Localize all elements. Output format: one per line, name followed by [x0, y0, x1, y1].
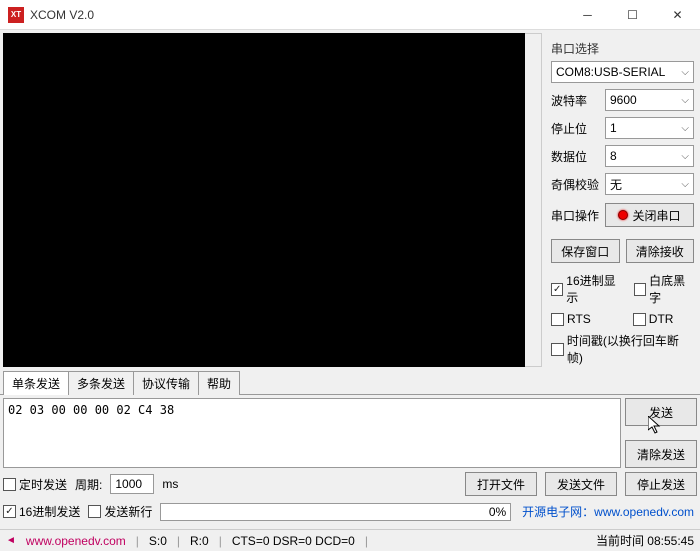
port-value: COM8:USB-SERIAL [556, 65, 665, 79]
port-select[interactable]: COM8:USB-SERIAL ⌵ [551, 61, 694, 83]
chevron-down-icon: ⌵ [681, 95, 689, 106]
openedv-link[interactable]: www.openedv.com [594, 505, 694, 519]
send-file-button[interactable]: 发送文件 [545, 472, 617, 496]
app-logo: XT [8, 7, 24, 23]
timed-send-checkbox[interactable]: 定时发送 [3, 476, 67, 493]
status-bar: ◄ www.openedv.com | S:0 | R:0 | CTS=0 DS… [0, 529, 700, 551]
tab-protocol[interactable]: 协议传输 [133, 371, 199, 395]
minimize-button[interactable]: ─ [565, 0, 610, 30]
period-input[interactable]: 1000 [110, 474, 154, 494]
port-toggle-button[interactable]: 关闭串口 [605, 203, 694, 227]
period-unit: ms [162, 477, 178, 491]
stopbits-select[interactable]: 1 ⌵ [605, 117, 694, 139]
status-time: 当前时间 08:55:45 [596, 532, 694, 549]
timestamp-checkbox[interactable]: 时间戳(以换行回车断帧) [551, 332, 694, 366]
hex-send-checkbox[interactable]: ✓16进制发送 [3, 503, 80, 520]
status-r: R:0 [190, 534, 209, 548]
rts-checkbox[interactable]: RTS [551, 312, 591, 326]
clear-send-button[interactable]: 清除发送 [625, 440, 697, 468]
clear-receive-button[interactable]: 清除接收 [626, 239, 695, 263]
open-file-button[interactable]: 打开文件 [465, 472, 537, 496]
baud-label: 波特率 [551, 92, 605, 109]
send-textarea[interactable] [3, 398, 621, 468]
record-icon [618, 210, 628, 220]
parity-label: 奇偶校验 [551, 176, 605, 193]
port-section-label: 串口选择 [551, 40, 694, 57]
parity-select[interactable]: 无 ⌵ [605, 173, 694, 195]
chevron-down-icon: ⌵ [681, 179, 689, 190]
dtr-checkbox[interactable]: DTR [633, 312, 674, 326]
progress-bar: 0% [160, 503, 511, 521]
maximize-button[interactable]: ☐ [610, 0, 655, 30]
send-button[interactable]: 发送 [625, 398, 697, 426]
stop-label: 停止位 [551, 120, 605, 137]
white-bg-checkbox[interactable]: 白底黑字 [634, 272, 694, 306]
link-label: 开源电子网：www.openedv.com [522, 503, 694, 520]
status-signals: CTS=0 DSR=0 DCD=0 [232, 534, 355, 548]
databits-select[interactable]: 8 ⌵ [605, 145, 694, 167]
terminal-scrollbar[interactable] [525, 33, 542, 367]
chevron-down-icon: ⌵ [681, 123, 689, 134]
tab-help[interactable]: 帮助 [198, 371, 240, 395]
status-url[interactable]: www.openedv.com [26, 534, 126, 548]
close-button[interactable]: ✕ [655, 0, 700, 30]
status-bullet-icon: ◄ [6, 535, 16, 546]
status-s: S:0 [149, 534, 167, 548]
tab-multi-send[interactable]: 多条发送 [68, 371, 134, 395]
data-label: 数据位 [551, 148, 605, 165]
operation-label: 串口操作 [551, 207, 605, 224]
period-label: 周期: [75, 476, 102, 493]
hex-display-checkbox[interactable]: ✓16进制显示 [551, 272, 624, 306]
save-window-button[interactable]: 保存窗口 [551, 239, 620, 263]
window-title: XCOM V2.0 [30, 8, 565, 22]
chevron-down-icon: ⌵ [681, 67, 689, 78]
chevron-down-icon: ⌵ [681, 151, 689, 162]
receive-terminal[interactable] [3, 33, 525, 367]
send-newline-checkbox[interactable]: 发送新行 [88, 503, 152, 520]
baud-select[interactable]: 9600 ⌵ [605, 89, 694, 111]
stop-send-button[interactable]: 停止发送 [625, 472, 697, 496]
tab-single-send[interactable]: 单条发送 [3, 371, 69, 395]
